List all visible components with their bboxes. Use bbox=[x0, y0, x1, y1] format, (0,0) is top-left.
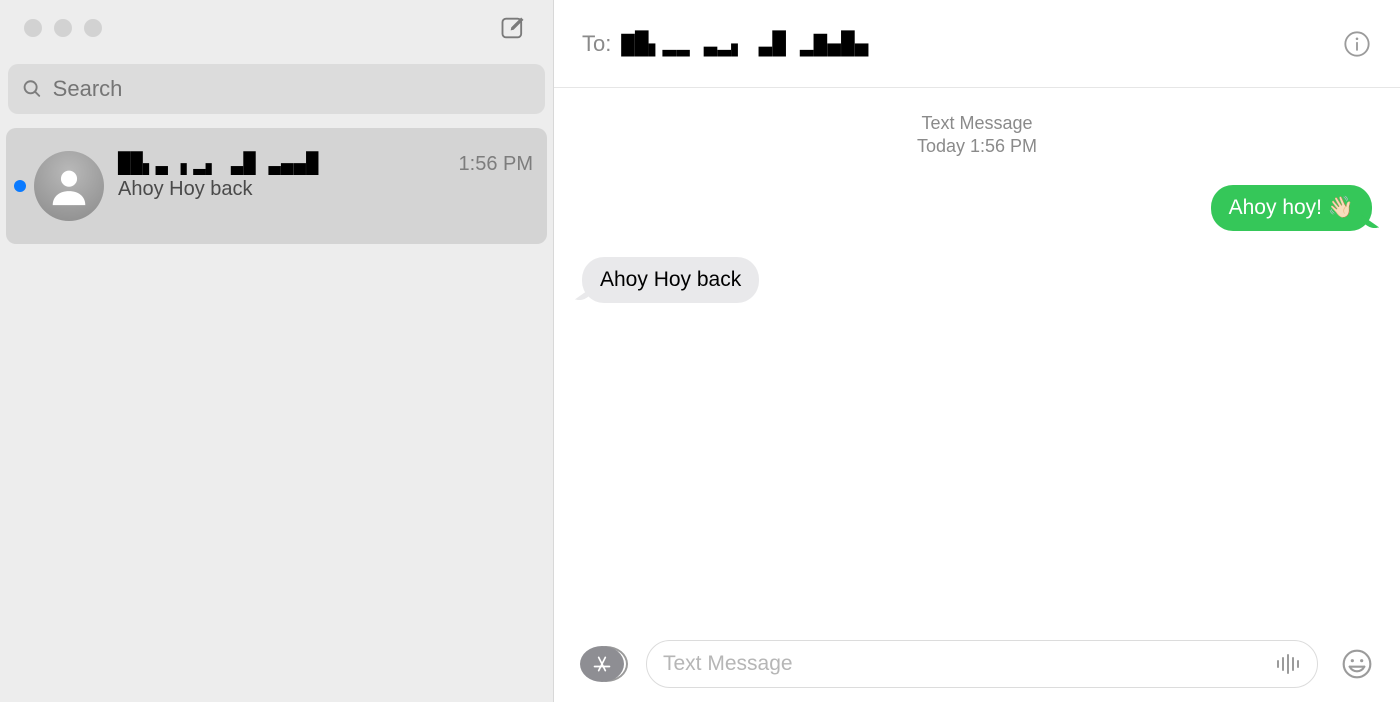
message-thread[interactable]: Text Message Today 1:56 PM Ahoy hoy! 👋🏻 … bbox=[554, 88, 1400, 626]
thread-timestamp: Text Message Today 1:56 PM bbox=[582, 112, 1372, 159]
conversation-item[interactable]: ██▖▃ ▖▂▖ ▃█ ▃▄▄█ 1:56 PM Ahoy Hoy back bbox=[6, 128, 547, 244]
message-row-incoming: Ahoy Hoy back bbox=[582, 257, 1372, 303]
message-row-outgoing: Ahoy hoy! 👋🏻 bbox=[582, 185, 1372, 231]
conversation-pane: To: ▇█▖▂▂ ▃▂▖ ▃█ ▂▇▄█▄ Text Message Toda… bbox=[554, 0, 1400, 702]
waveform-icon bbox=[1275, 652, 1301, 676]
audio-message-button[interactable] bbox=[1275, 652, 1301, 676]
search-input[interactable] bbox=[53, 76, 531, 102]
sidebar: ██▖▃ ▖▂▖ ▃█ ▃▄▄█ 1:56 PM Ahoy Hoy back bbox=[0, 0, 554, 702]
conversation-time: 1:56 PM bbox=[459, 153, 533, 176]
to-label: To: bbox=[582, 31, 611, 57]
to-field[interactable]: To: ▇█▖▂▂ ▃▂▖ ▃█ ▂▇▄█▄ bbox=[582, 31, 869, 57]
composer bbox=[554, 626, 1400, 702]
details-button[interactable] bbox=[1342, 29, 1372, 59]
apps-button[interactable] bbox=[580, 642, 624, 686]
message-input[interactable] bbox=[663, 652, 1263, 676]
person-icon bbox=[46, 163, 92, 209]
conversation-text: ██▖▃ ▖▂▖ ▃█ ▃▄▄█ 1:56 PM Ahoy Hoy back bbox=[118, 151, 533, 221]
app-store-icon bbox=[592, 654, 612, 674]
compose-button[interactable] bbox=[497, 12, 529, 44]
conversation-name: ██▖▃ ▖▂▖ ▃█ ▃▄▄█ bbox=[118, 151, 319, 175]
to-recipients: ▇█▖▂▂ ▃▂▖ ▃█ ▂▇▄█▄ bbox=[621, 32, 868, 57]
message-bubble-incoming[interactable]: Ahoy Hoy back bbox=[582, 257, 759, 303]
conversation-preview: Ahoy Hoy back bbox=[118, 178, 533, 201]
conversation-header: To: ▇█▖▂▂ ▃▂▖ ▃█ ▂▇▄█▄ bbox=[554, 0, 1400, 88]
message-time-label: Today 1:56 PM bbox=[582, 135, 1372, 158]
close-window-button[interactable] bbox=[24, 19, 42, 37]
search-field[interactable] bbox=[8, 64, 545, 114]
conversation-list: ██▖▃ ▖▂▖ ▃█ ▃▄▄█ 1:56 PM Ahoy Hoy back bbox=[0, 122, 553, 250]
minimize-window-button[interactable] bbox=[54, 19, 72, 37]
message-input-wrap[interactable] bbox=[646, 640, 1318, 688]
message-bubble-outgoing[interactable]: Ahoy hoy! 👋🏻 bbox=[1211, 185, 1372, 231]
search-container bbox=[0, 56, 553, 122]
compose-icon bbox=[499, 14, 527, 42]
info-icon bbox=[1343, 30, 1371, 58]
unread-indicator bbox=[14, 180, 26, 192]
smiley-icon bbox=[1341, 648, 1373, 680]
avatar bbox=[34, 151, 104, 221]
message-type-label: Text Message bbox=[582, 112, 1372, 135]
zoom-window-button[interactable] bbox=[84, 19, 102, 37]
search-icon bbox=[22, 78, 43, 100]
window-controls bbox=[12, 19, 102, 37]
emoji-picker-button[interactable] bbox=[1340, 647, 1374, 681]
window-titlebar bbox=[0, 0, 553, 56]
